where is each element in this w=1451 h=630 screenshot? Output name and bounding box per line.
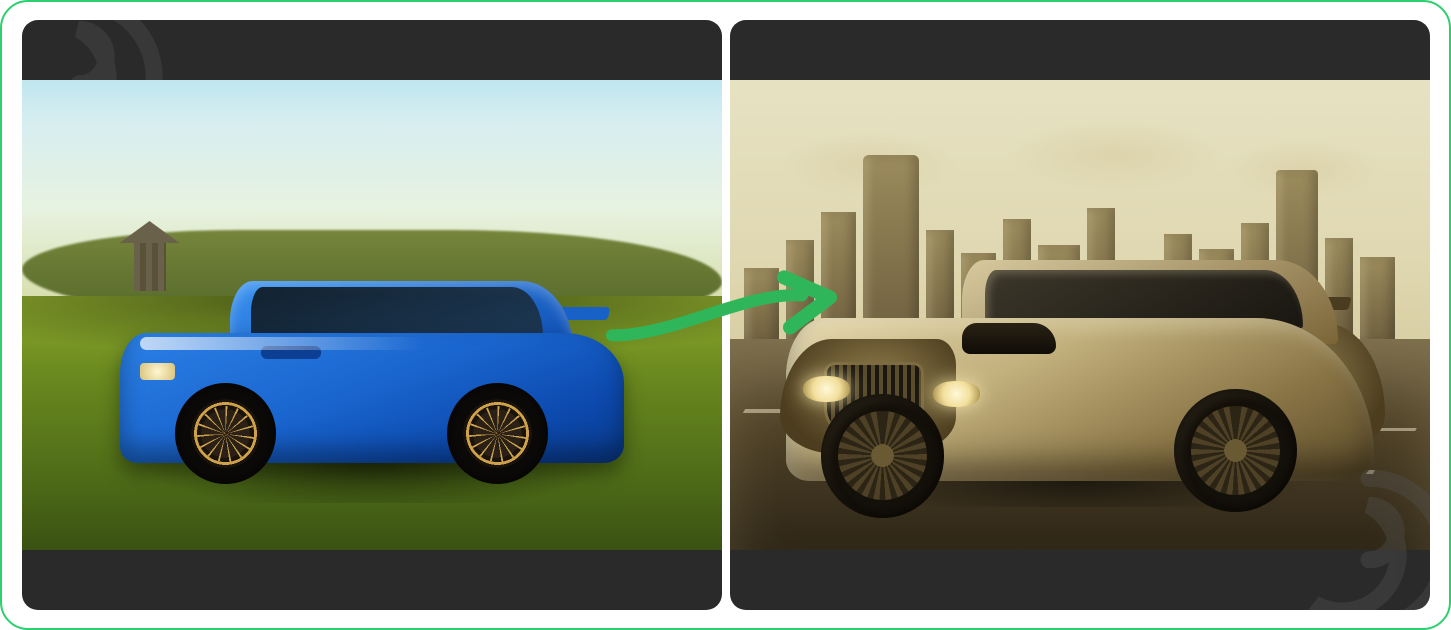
- watermark-swirl-icon: [1284, 468, 1430, 610]
- car-blue: [120, 268, 624, 484]
- comparison-frame: [0, 0, 1451, 630]
- source-photo: [22, 80, 722, 550]
- source-image-panel: [22, 20, 722, 610]
- result-image-panel: [730, 20, 1430, 610]
